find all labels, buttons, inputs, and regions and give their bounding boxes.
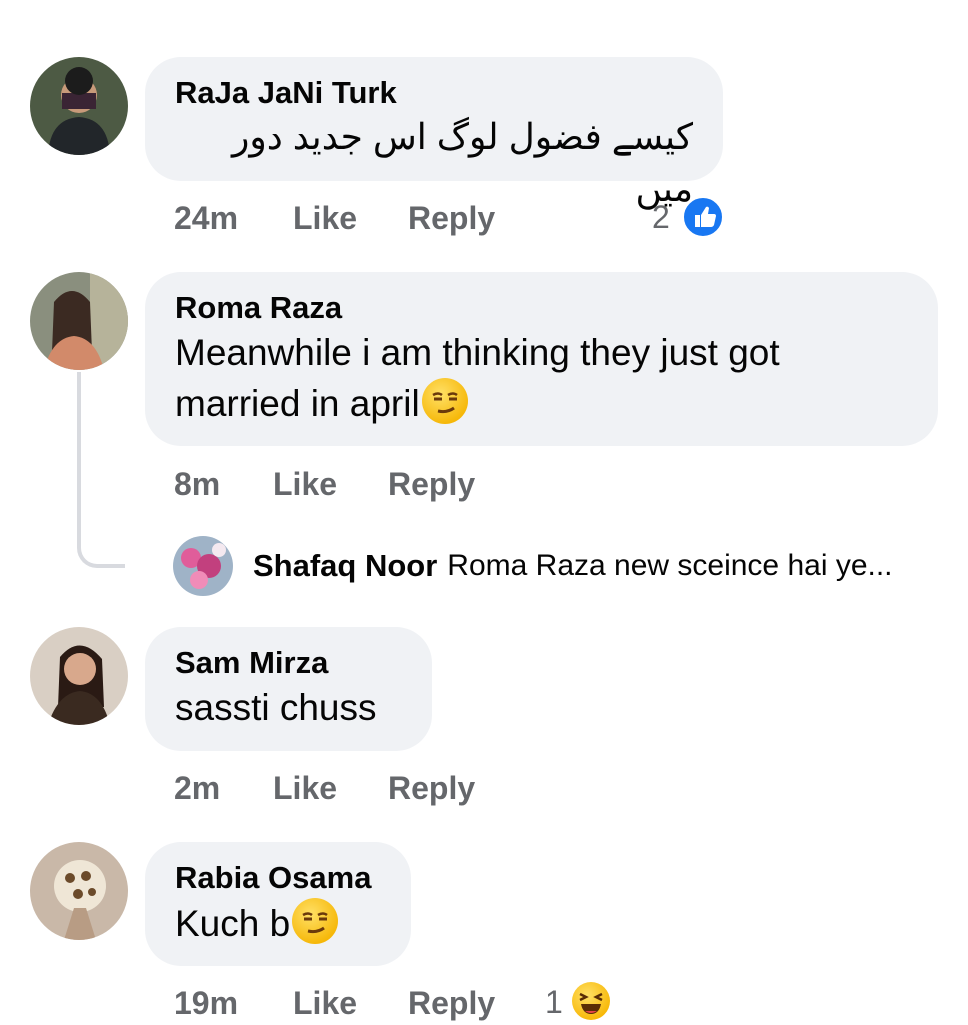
smirk-face-icon <box>421 378 468 424</box>
comment-author[interactable]: Roma Raza <box>175 290 908 326</box>
reply-button[interactable]: Reply <box>388 770 475 807</box>
reply-preview[interactable]: Shafaq Noor Roma Raza new sceince hai ye… <box>173 535 893 597</box>
comment-author[interactable]: RaJa JaNi Turk <box>175 75 693 111</box>
comment-author[interactable]: Rabia Osama <box>175 860 381 896</box>
avatar-shafaq-noor[interactable] <box>173 536 233 596</box>
comment-time[interactable]: 2m <box>174 770 220 807</box>
like-button[interactable]: Like <box>273 466 337 503</box>
comment-bubble-3: Sam Mirza sassti chuss <box>145 627 432 751</box>
comment-time[interactable]: 8m <box>174 466 220 503</box>
comment-time[interactable]: 24m <box>174 200 238 237</box>
comment-time[interactable]: 19m <box>174 985 238 1022</box>
like-icon <box>681 195 725 239</box>
reaction-count[interactable]: 2 <box>652 199 670 236</box>
like-button[interactable]: Like <box>293 200 357 237</box>
comment-author[interactable]: Sam Mirza <box>175 645 402 681</box>
like-button[interactable]: Like <box>273 770 337 807</box>
reply-button[interactable]: Reply <box>408 200 495 237</box>
reply-button[interactable]: Reply <box>408 985 495 1022</box>
reaction-count[interactable]: 1 <box>545 984 563 1021</box>
avatar-rabia-osama[interactable] <box>30 842 128 940</box>
thread-connector <box>77 372 125 568</box>
like-button[interactable]: Like <box>293 985 357 1022</box>
comment-text: sassti chuss <box>175 687 377 728</box>
avatar-sam-mirza[interactable] <box>30 627 128 725</box>
comment-text-line-2: married in april <box>175 378 908 429</box>
avatar-raja-jani-turk[interactable] <box>30 57 128 155</box>
comment-text-content: Kuch b <box>175 903 291 944</box>
comment-bubble-2: Roma Raza Meanwhile i am thinking they j… <box>145 272 938 446</box>
laughing-face-icon <box>572 982 610 1020</box>
comment-text: Kuch b <box>175 898 381 949</box>
smirk-face-icon <box>292 898 339 944</box>
avatar-roma-raza[interactable] <box>30 272 128 370</box>
reply-text: Roma Raza new sceince hai ye... <box>447 549 893 582</box>
comment-text-line-1: Meanwhile i am thinking they just got <box>175 332 780 373</box>
reply-author[interactable]: Shafaq Noor <box>253 548 437 584</box>
comment-text: Meanwhile i am thinking they just got ma… <box>175 328 908 429</box>
comment-bubble-4: Rabia Osama Kuch b <box>145 842 411 966</box>
comment-bubble-1: RaJa JaNi Turk کیسے فضول لوگ اس جدید دور… <box>145 57 723 209</box>
reply-button[interactable]: Reply <box>388 466 475 503</box>
comment-text-line-2-text: married in april <box>175 383 420 424</box>
